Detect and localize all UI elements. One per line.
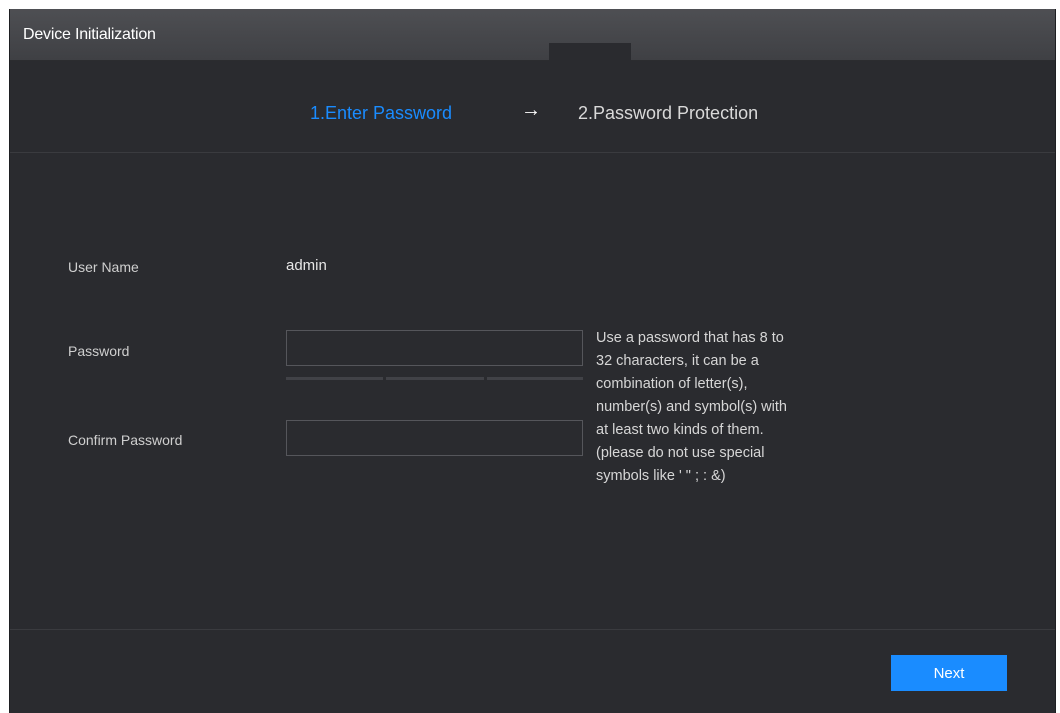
confirm-password-label: Confirm Password (68, 432, 183, 448)
password-label: Password (68, 343, 130, 359)
help-line: at least two kinds of them. (596, 422, 764, 438)
confirm-password-input[interactable] (286, 420, 583, 456)
title-tab-notch (549, 43, 631, 61)
password-help-text: Use a password that has 8 to 32 characte… (596, 327, 836, 488)
step-enter-password: 1.Enter Password (310, 103, 453, 123)
password-strength-segment-strong (487, 377, 583, 380)
device-initialization-dialog: Device Initialization 1.Enter Password →… (9, 9, 1056, 713)
help-line: symbols like ' " ; : &) (596, 468, 726, 484)
username-value: admin (286, 257, 327, 274)
title-bar: Device Initialization (10, 9, 1055, 61)
help-line: combination of letter(s), (596, 376, 748, 392)
help-line: 32 characters, it can be a (596, 353, 759, 369)
next-button[interactable]: Next (891, 655, 1007, 691)
dialog-title: Device Initialization (23, 26, 156, 43)
password-input[interactable] (286, 330, 583, 366)
step-password-protection: 2.Password Protection (578, 103, 759, 123)
arrow-right-icon: → (521, 99, 541, 121)
password-strength-segment-medium (386, 377, 484, 380)
footer-divider (10, 629, 1055, 630)
step-indicator: 1.Enter Password → 2.Password Protection (10, 61, 1055, 153)
help-line: Use a password that has 8 to (596, 330, 784, 346)
help-line: (please do not use special (596, 445, 765, 461)
password-strength-segment-weak (286, 377, 383, 380)
help-line: number(s) and symbol(s) with (596, 399, 787, 415)
username-label: User Name (68, 259, 139, 275)
